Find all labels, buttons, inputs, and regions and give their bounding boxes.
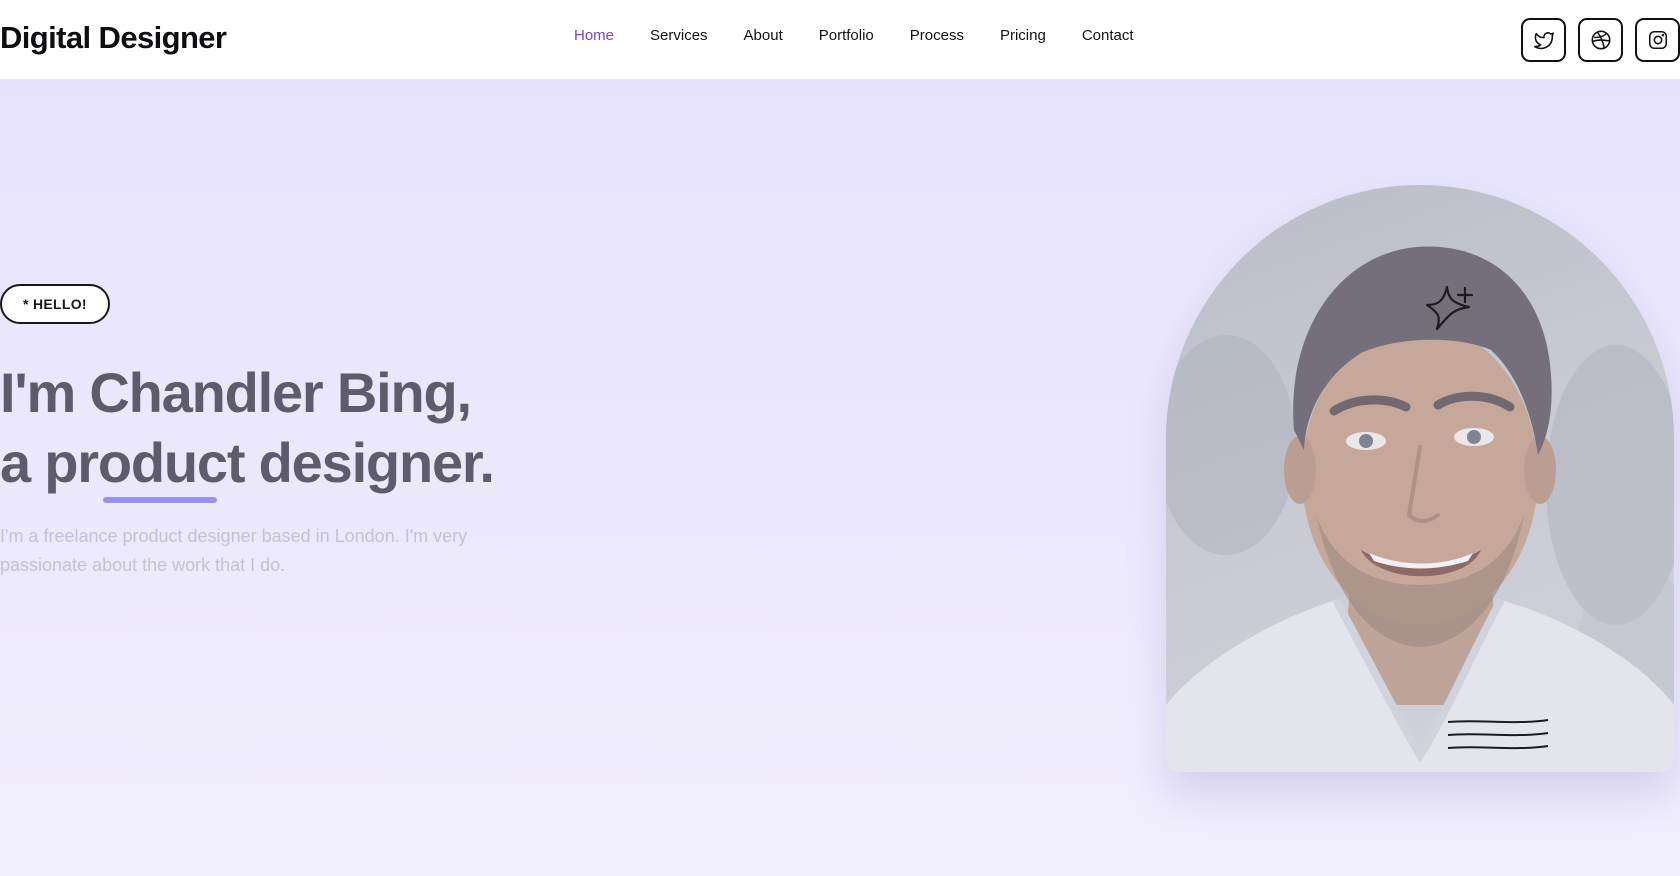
hero-headline: I'm Chandler Bing, a product designer.: [0, 358, 495, 498]
nav-services[interactable]: Services: [650, 27, 708, 44]
dribbble-icon: [1591, 30, 1610, 50]
site-header: Digital Designer Home Services About Por…: [0, 0, 1680, 80]
twitter-icon: [1533, 32, 1554, 50]
twitter-button[interactable]: [1521, 18, 1566, 62]
hello-badge: * HELLO!: [0, 284, 110, 324]
sparkle-icon: [1425, 285, 1474, 331]
nav-portfolio[interactable]: Portfolio: [819, 27, 874, 44]
headline-line-2: a product designer.: [0, 431, 495, 494]
nav-pricing[interactable]: Pricing: [1000, 27, 1046, 44]
instagram-icon: [1648, 30, 1667, 50]
portrait-overlay: [1166, 185, 1674, 772]
social-links: [1521, 18, 1680, 62]
headline-line-1: I'm Chandler Bing,: [0, 361, 472, 424]
hero-intro-text: I'm a freelance product designer based i…: [0, 526, 468, 575]
brand-logo[interactable]: Digital Designer: [0, 20, 227, 56]
squiggle-lines-icon: [1447, 719, 1549, 750]
nav-process[interactable]: Process: [910, 27, 964, 44]
nav-home[interactable]: Home: [574, 27, 614, 44]
main-nav: Home Services About Portfolio Process Pr…: [574, 27, 1134, 44]
dribbble-button[interactable]: [1578, 18, 1623, 62]
instagram-button[interactable]: [1635, 18, 1680, 62]
headline-underline: [103, 497, 217, 503]
hero-section: * HELLO! I'm Chandler Bing, a product de…: [0, 80, 1680, 876]
designer-portrait: [1166, 185, 1674, 772]
nav-about[interactable]: About: [744, 27, 783, 44]
nav-contact[interactable]: Contact: [1082, 27, 1134, 44]
